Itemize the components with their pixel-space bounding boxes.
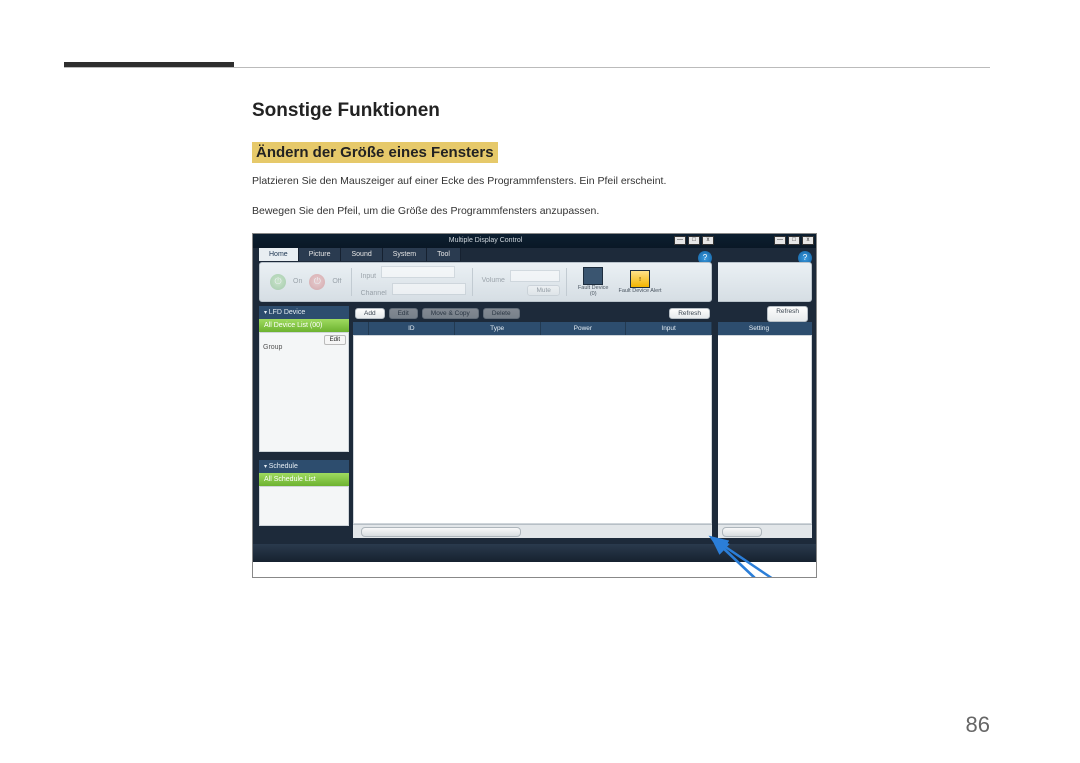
off-label: Off xyxy=(332,278,341,285)
window-controls: — □ x xyxy=(674,236,714,245)
horizontal-scrollbar-2[interactable] xyxy=(718,524,812,538)
toolbar-separator xyxy=(351,268,352,296)
tab-sound[interactable]: Sound xyxy=(341,248,382,261)
warning-icon xyxy=(630,270,650,288)
maximize-button[interactable]: □ xyxy=(788,236,800,245)
home-toolbar: ⏻ On ⏻ Off Input Channel Volume Mute Fau xyxy=(259,262,712,302)
sidebar-schedule-header[interactable]: Schedule xyxy=(259,460,349,473)
device-grid xyxy=(353,335,712,524)
sidebar-lfd-header[interactable]: LFD Device xyxy=(259,306,349,319)
close-button[interactable]: x xyxy=(802,236,814,245)
tab-system[interactable]: System xyxy=(383,248,427,261)
app-window-small: Multiple Display Control — □ x Home Pict… xyxy=(253,234,718,544)
header-rule xyxy=(64,67,990,68)
status-bar-large xyxy=(253,544,816,562)
minimize-button[interactable]: — xyxy=(774,236,786,245)
toolbar-separator xyxy=(566,268,567,296)
volume-label: Volume xyxy=(482,277,505,284)
channel-dropdown[interactable] xyxy=(392,283,466,295)
col-setting: Setting xyxy=(718,322,800,335)
table-header-extension: Setting xyxy=(718,322,812,335)
page-heading: Sonstige Funktionen xyxy=(252,100,892,122)
col-more xyxy=(800,322,812,335)
window-controls-2: — □ x xyxy=(774,236,814,245)
add-button[interactable]: Add xyxy=(355,308,385,319)
title-bar: Multiple Display Control — □ x xyxy=(253,234,718,248)
embedded-screenshot: Multiple Display Control — □ x Home Pict… xyxy=(252,233,817,578)
table-header: ID Type Power Input xyxy=(353,322,712,335)
toolbar-separator xyxy=(472,268,473,296)
page-body: Sonstige Funktionen Ändern der Größe ein… xyxy=(252,100,892,578)
page-number: 86 xyxy=(966,712,990,738)
sidebar-schedule-area xyxy=(259,486,349,526)
delete-button[interactable]: Delete xyxy=(483,308,520,319)
fault-alert-indicator[interactable]: Fault Device Alert xyxy=(618,270,661,294)
move-copy-button[interactable]: Move & Copy xyxy=(422,308,479,319)
horizontal-scrollbar[interactable] xyxy=(353,524,712,538)
sidebar: LFD Device All Device List (00) Group Ed… xyxy=(259,306,349,538)
on-label: On xyxy=(293,278,302,285)
tab-tool[interactable]: Tool xyxy=(427,248,461,261)
monitor-icon xyxy=(583,267,603,285)
sidebar-all-schedule-list[interactable]: All Schedule List xyxy=(259,473,349,486)
edit-button[interactable]: Edit xyxy=(389,308,418,319)
sidebar-edit-button[interactable]: Edit xyxy=(324,335,346,345)
col-power: Power xyxy=(541,322,627,335)
col-type: Type xyxy=(455,322,541,335)
input-dropdown[interactable] xyxy=(381,266,455,278)
mute-button[interactable]: Mute xyxy=(527,285,559,296)
toolbar-extension xyxy=(718,262,812,302)
fault-alert-label: Fault Device Alert xyxy=(618,288,661,294)
page-subheading: Ändern der Größe eines Fensters xyxy=(252,142,498,163)
refresh-button-2[interactable]: Refresh xyxy=(767,306,808,322)
main-panel: Add Edit Move & Copy Delete Refresh ID T… xyxy=(353,306,712,538)
action-button-row: Add Edit Move & Copy Delete Refresh xyxy=(353,306,712,322)
sidebar-all-device-list[interactable]: All Device List (00) xyxy=(259,319,349,332)
scrollbar-thumb[interactable] xyxy=(722,527,762,537)
scrollbar-thumb[interactable] xyxy=(361,527,521,537)
action-button-row-2: Refresh xyxy=(718,306,812,322)
paragraph-1: Platzieren Sie den Mauszeiger auf einer … xyxy=(252,173,892,191)
col-input: Input xyxy=(626,322,712,335)
title-bar-2: — □ x xyxy=(718,234,817,248)
channel-label: Channel xyxy=(361,290,387,297)
refresh-button[interactable]: Refresh xyxy=(669,308,710,319)
col-id: ID xyxy=(369,322,455,335)
fault-device-count: (0) xyxy=(590,291,597,297)
app-window-large-strip: — □ x ? Refresh Setting xyxy=(718,234,817,544)
device-grid-extension xyxy=(718,335,812,524)
tab-home[interactable]: Home xyxy=(259,248,299,261)
sidebar-group-area: Group Edit xyxy=(259,332,349,452)
app-title: Multiple Display Control xyxy=(449,237,523,244)
input-label: Input xyxy=(361,273,377,280)
close-button[interactable]: x xyxy=(702,236,714,245)
minimize-button[interactable]: — xyxy=(674,236,686,245)
tab-picture[interactable]: Picture xyxy=(299,248,342,261)
power-on-button[interactable]: ⏻ xyxy=(270,274,286,290)
fault-device-indicator[interactable]: Fault Device (0) xyxy=(578,267,609,297)
paragraph-2: Bewegen Sie den Pfeil, um die Größe des … xyxy=(252,203,892,221)
power-off-button[interactable]: ⏻ xyxy=(309,274,325,290)
volume-slider[interactable] xyxy=(510,270,560,282)
col-checkbox[interactable] xyxy=(353,322,369,335)
sidebar-group-label: Group xyxy=(263,344,282,351)
maximize-button[interactable]: □ xyxy=(688,236,700,245)
main-tabs: Home Picture Sound System Tool xyxy=(259,248,461,261)
